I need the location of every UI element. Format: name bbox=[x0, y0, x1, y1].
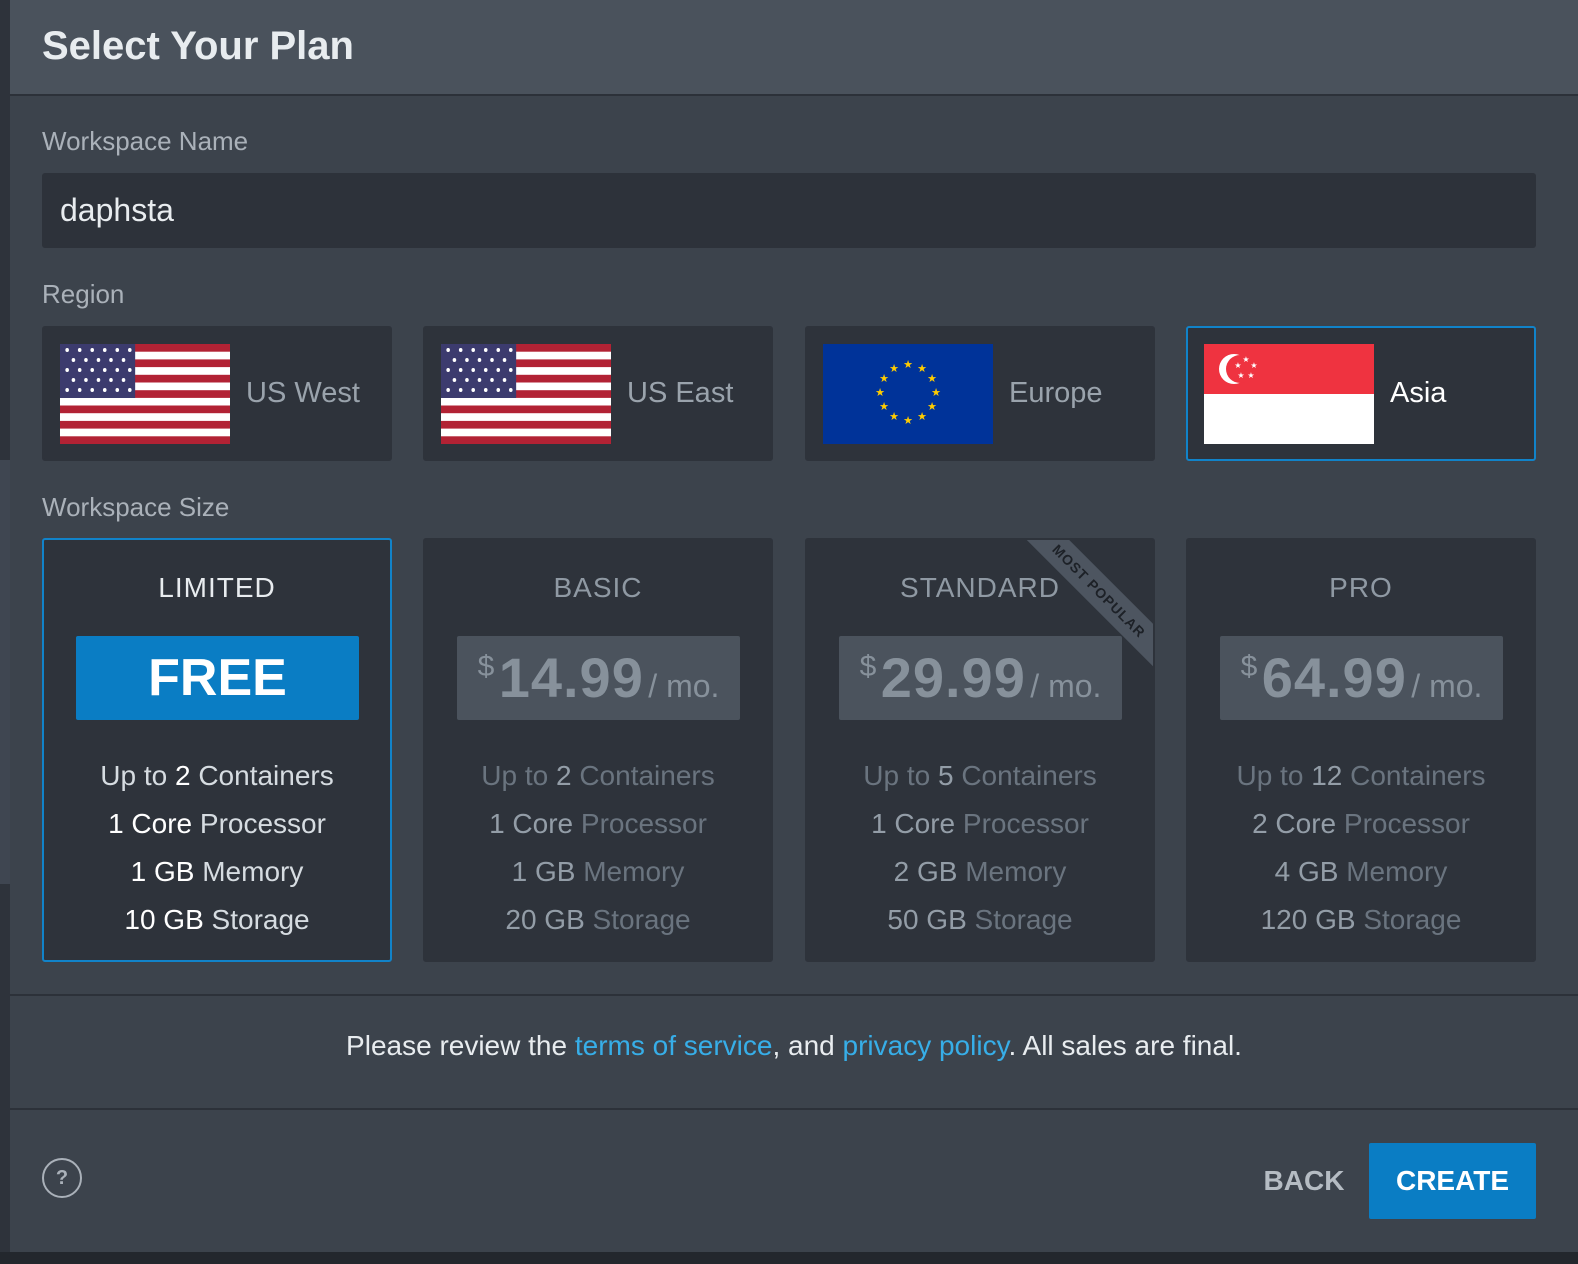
plan-name: LIMITED bbox=[158, 572, 276, 603]
plan-features: Up to 5 Containers 1 Core Processor 2 GB… bbox=[807, 752, 1153, 944]
feature-containers: Up to 5 Containers bbox=[863, 760, 1097, 791]
feature-processor: 1 Core Processor bbox=[489, 808, 707, 839]
svg-text:★: ★ bbox=[879, 400, 889, 413]
region-name: US West bbox=[246, 377, 360, 409]
price-period: / mo. bbox=[1030, 668, 1102, 704]
price-amount: 14.99 bbox=[498, 646, 644, 709]
us-flag-icon bbox=[441, 344, 611, 444]
svg-text:★: ★ bbox=[903, 358, 913, 371]
region-name: Asia bbox=[1390, 377, 1447, 409]
terms-text: , and bbox=[772, 1030, 843, 1061]
region-option-asia[interactable]: ★ ★ ★ ★ ★ Asia bbox=[1186, 326, 1536, 461]
svg-text:★: ★ bbox=[875, 386, 885, 399]
svg-text:★: ★ bbox=[1234, 361, 1241, 370]
svg-text:★: ★ bbox=[917, 410, 927, 423]
plan-price-free: FREE bbox=[76, 636, 359, 720]
price-period: / mo. bbox=[648, 668, 720, 704]
svg-text:★: ★ bbox=[1250, 361, 1257, 370]
feature-storage: 10 GB Storage bbox=[124, 904, 310, 935]
svg-text:★: ★ bbox=[1242, 355, 1249, 364]
plan-name: BASIC bbox=[553, 572, 643, 603]
svg-text:★: ★ bbox=[903, 414, 913, 427]
feature-memory: 1 GB Memory bbox=[511, 856, 685, 887]
svg-text:★: ★ bbox=[889, 410, 899, 423]
region-option-us-east[interactable]: US East bbox=[423, 326, 773, 461]
feature-storage: 50 GB Storage bbox=[887, 904, 1073, 935]
feature-processor: 2 Core Processor bbox=[1252, 808, 1470, 839]
workspace-size-label: Workspace Size bbox=[42, 492, 230, 522]
feature-memory: 1 GB Memory bbox=[130, 856, 304, 887]
back-button[interactable]: BACK bbox=[1254, 1143, 1354, 1219]
us-flag-icon bbox=[60, 344, 230, 444]
help-icon[interactable]: ? bbox=[42, 1158, 82, 1198]
feature-containers: Up to 2 Containers bbox=[100, 760, 334, 791]
price-currency: $ bbox=[859, 650, 877, 683]
feature-processor: 1 Core Processor bbox=[871, 808, 1089, 839]
create-button[interactable]: CREATE bbox=[1369, 1143, 1536, 1219]
workspace-name-input[interactable]: daphsta bbox=[42, 173, 1536, 248]
modal-footer: ? BACK CREATE bbox=[10, 1111, 1578, 1252]
terms-text: Please review the bbox=[346, 1030, 575, 1061]
bottom-edge bbox=[0, 1252, 1578, 1264]
plan-price: $ 29.99 / mo. bbox=[839, 636, 1122, 720]
background-panel-edge bbox=[0, 0, 20, 1264]
svg-text:★: ★ bbox=[879, 372, 889, 385]
svg-text:★: ★ bbox=[927, 400, 937, 413]
eu-flag-icon: ★ ★★★ ★★★★ ★★★★ bbox=[823, 344, 993, 444]
region-option-europe[interactable]: ★ ★ ★ ★ ★ ★ ★ ★ ★ ★ ★ ★ Europe bbox=[805, 326, 1155, 461]
terms-notice: Please review the terms of service, and … bbox=[10, 1030, 1578, 1062]
plan-features: Up to 2 Containers 1 Core Processor 1 GB… bbox=[44, 752, 390, 944]
select-plan-modal: Select Your Plan Workspace Name daphsta … bbox=[10, 0, 1578, 1252]
svg-text:★: ★ bbox=[917, 362, 927, 375]
plan-features: Up to 12 Containers 2 Core Processor 4 G… bbox=[1188, 752, 1534, 944]
plan-price: $ 64.99 / mo. bbox=[1220, 636, 1503, 720]
feature-memory: 4 GB Memory bbox=[1274, 856, 1448, 887]
region-name: Europe bbox=[1009, 377, 1103, 409]
plan-name: STANDARD bbox=[900, 572, 1060, 603]
svg-text:★: ★ bbox=[1247, 371, 1254, 380]
plan-card-limited[interactable]: LIMITED FREE Up to 2 Containers 1 Core P… bbox=[42, 538, 392, 962]
plan-price: $ 14.99 / mo. bbox=[457, 636, 740, 720]
footer-divider bbox=[10, 1108, 1578, 1110]
modal-header: Select Your Plan bbox=[10, 0, 1578, 96]
singapore-flag-icon: ★★★★★ bbox=[1204, 344, 1374, 444]
plan-name: PRO bbox=[1329, 572, 1393, 603]
privacy-policy-link[interactable]: privacy policy bbox=[843, 1030, 1009, 1061]
modal-title: Select Your Plan bbox=[42, 24, 354, 68]
price-period: / mo. bbox=[1411, 668, 1483, 704]
feature-storage: 120 GB Storage bbox=[1260, 904, 1462, 935]
region-label: Region bbox=[42, 279, 125, 309]
price-currency: $ bbox=[477, 650, 495, 683]
price-amount: 64.99 bbox=[1261, 646, 1407, 709]
plan-features: Up to 2 Containers 1 Core Processor 1 GB… bbox=[425, 752, 771, 944]
background-panel bbox=[0, 460, 10, 884]
feature-memory: 2 GB Memory bbox=[893, 856, 1067, 887]
svg-text:★: ★ bbox=[889, 362, 899, 375]
feature-storage: 20 GB Storage bbox=[505, 904, 691, 935]
region-option-us-west[interactable]: US West bbox=[42, 326, 392, 461]
plan-card-standard[interactable]: MOST POPULAR STANDARD $ 29.99 / mo. Up t… bbox=[805, 538, 1155, 962]
price-amount: 29.99 bbox=[880, 646, 1026, 709]
region-name: US East bbox=[627, 377, 734, 409]
svg-text:★: ★ bbox=[927, 372, 937, 385]
plan-card-basic[interactable]: BASIC $ 14.99 / mo. Up to 2 Containers 1… bbox=[423, 538, 773, 962]
price-currency: $ bbox=[1240, 650, 1258, 683]
terms-of-service-link[interactable]: terms of service bbox=[575, 1030, 773, 1061]
workspace-name-label: Workspace Name bbox=[42, 126, 249, 156]
feature-containers: Up to 2 Containers bbox=[481, 760, 715, 791]
feature-processor: 1 Core Processor bbox=[108, 808, 326, 839]
section-divider bbox=[10, 994, 1578, 996]
svg-text:★: ★ bbox=[1237, 371, 1244, 380]
plan-card-pro[interactable]: PRO $ 64.99 / mo. Up to 12 Containers 2 … bbox=[1186, 538, 1536, 962]
feature-containers: Up to 12 Containers bbox=[1236, 760, 1486, 791]
terms-text: . All sales are final. bbox=[1008, 1030, 1242, 1061]
svg-text:★: ★ bbox=[931, 386, 941, 399]
